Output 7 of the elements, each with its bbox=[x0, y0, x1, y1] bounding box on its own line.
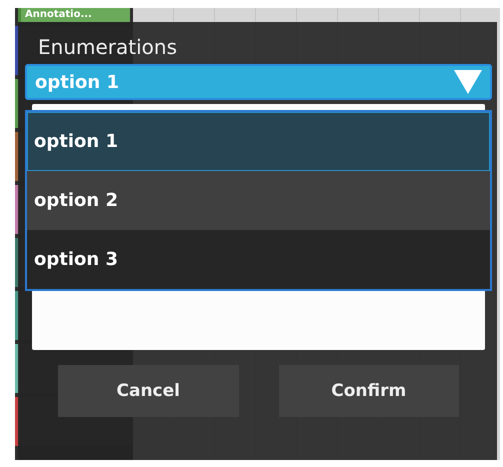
dialog-button[interactable]: Confirm bbox=[278, 365, 459, 417]
dropdown-option[interactable]: option 2 bbox=[27, 171, 490, 230]
dialog-button[interactable]: Cancel bbox=[58, 365, 238, 417]
dropdown-arrow-icon bbox=[454, 70, 482, 94]
annotation-header: Annotatio... bbox=[18, 8, 130, 22]
dropdown-option[interactable]: option 1 bbox=[27, 112, 490, 171]
dialog-title: Enumerations bbox=[37, 34, 178, 61]
